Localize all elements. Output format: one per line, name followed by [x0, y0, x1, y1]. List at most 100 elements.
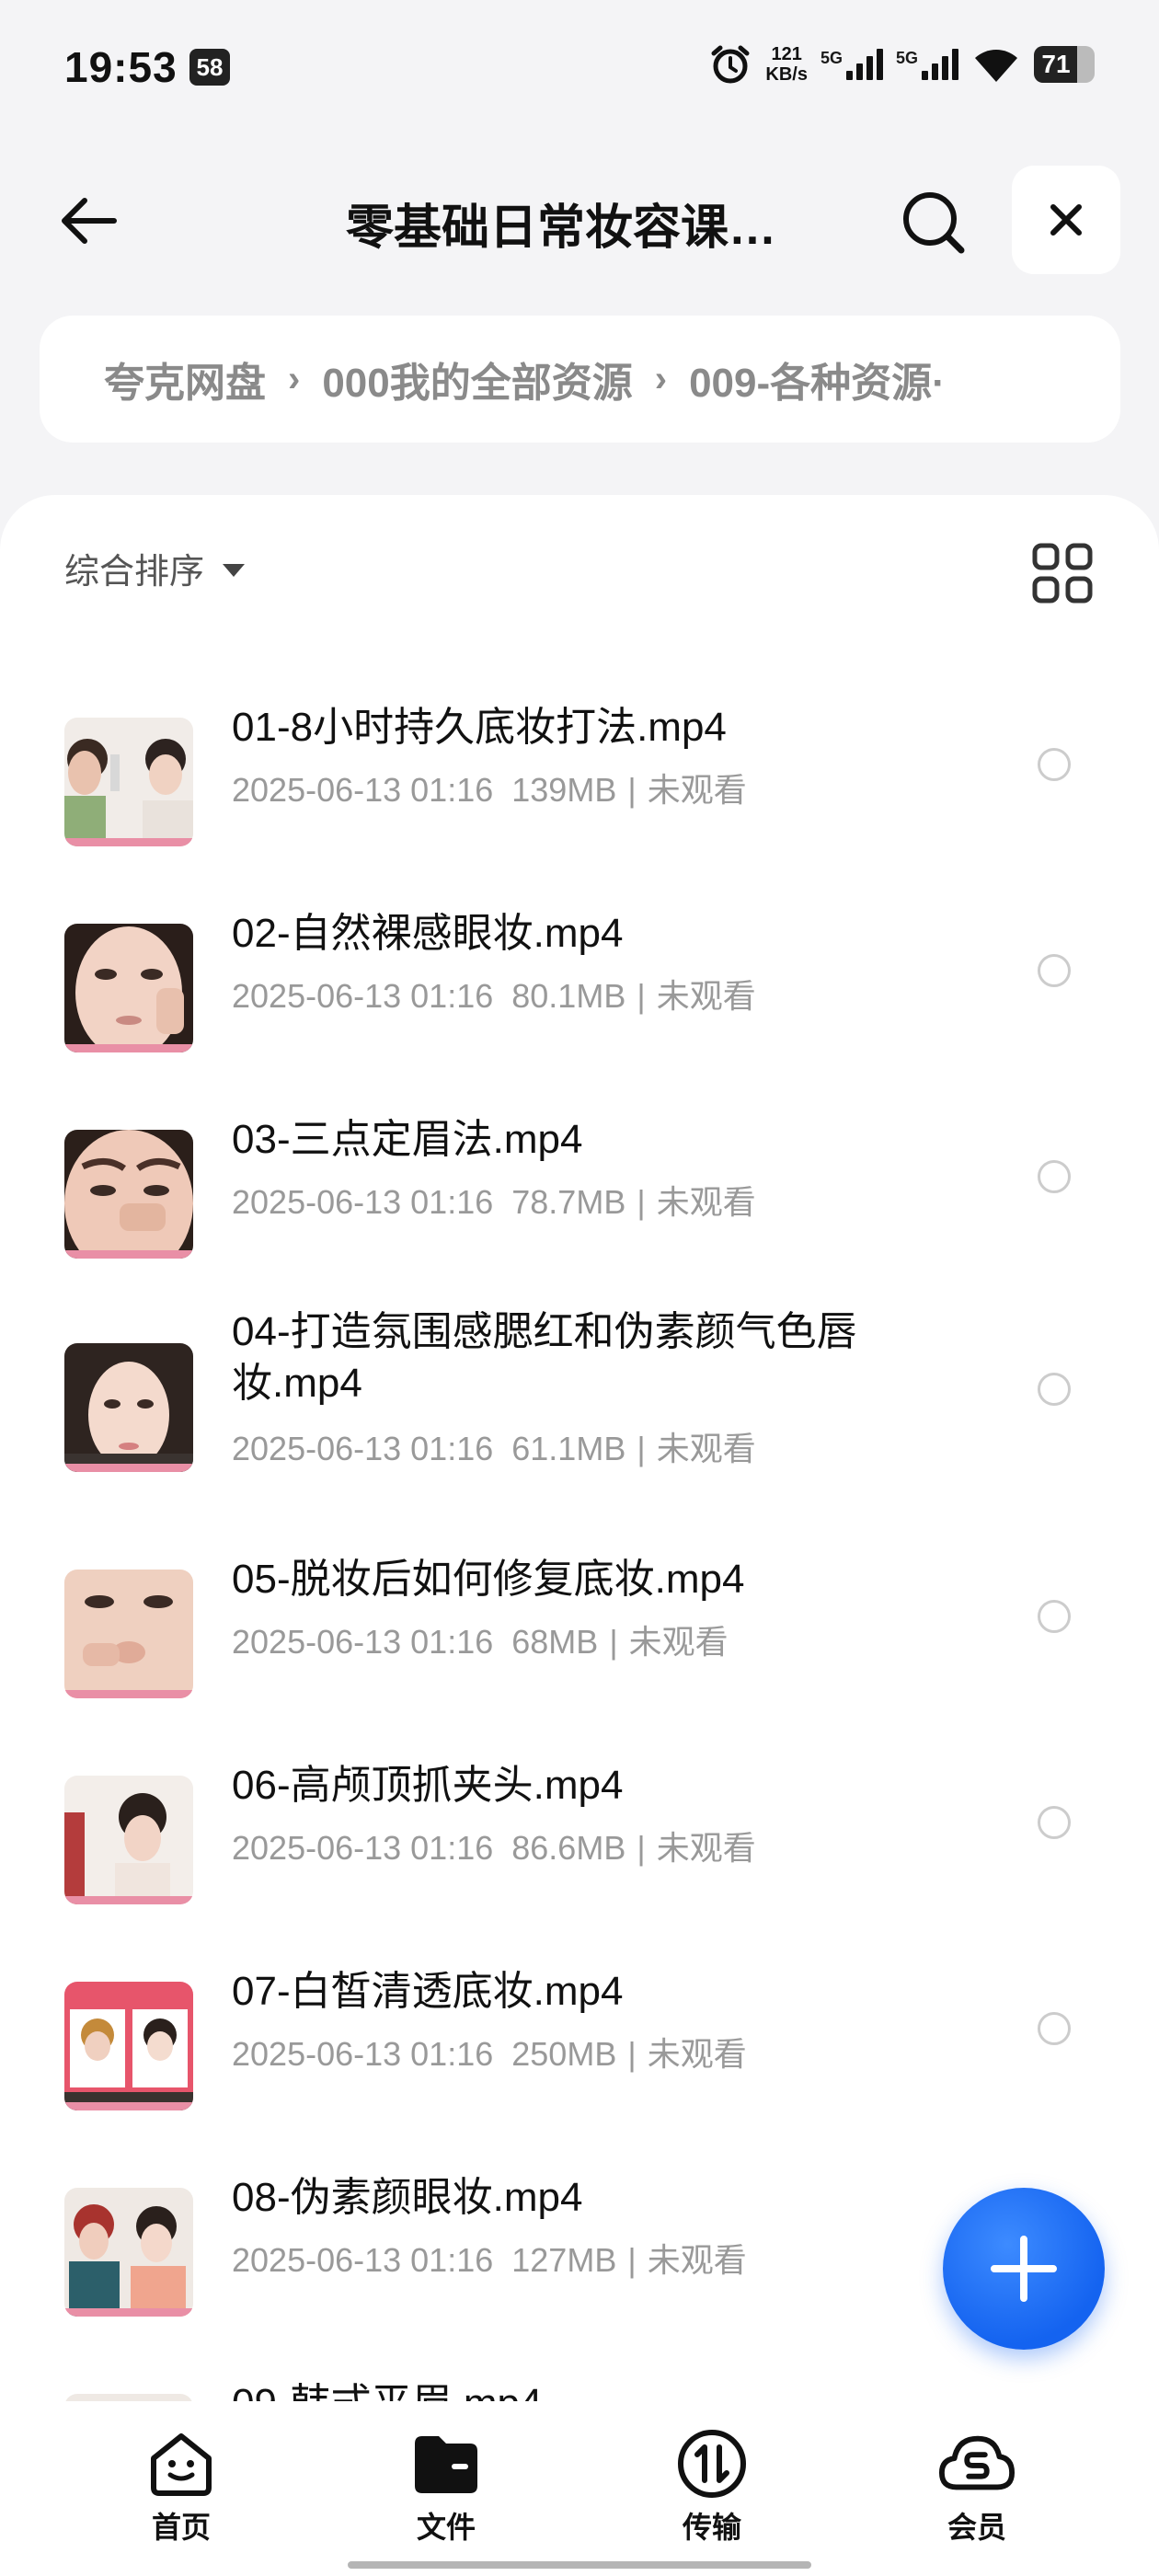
breadcrumb-fade — [1010, 316, 1120, 443]
alarm-icon — [711, 45, 750, 84]
meta-divider: | — [627, 2241, 637, 2279]
thumbnail-bar — [64, 2102, 193, 2110]
status-icons: 121 KB/s 5G 5G 71 — [708, 37, 1095, 92]
file-name: 08-伪素颜眼妆.mp4 — [232, 2175, 583, 2220]
select-radio[interactable] — [1038, 2012, 1071, 2045]
breadcrumb-separator: › — [288, 358, 301, 399]
thumbnail-bar — [64, 1464, 193, 1472]
net-speed: 121 KB/s — [765, 44, 808, 85]
thumbnail-bar — [64, 838, 193, 846]
file-size: 80.1MB — [511, 977, 626, 1015]
file-meta: 2025-06-13 01:16 78.7MB | 未观看 — [232, 1176, 756, 1224]
nav-transfer-label: 传输 — [682, 2511, 741, 2544]
header: 零基础日常妆容课… — [0, 161, 1159, 281]
wifi-icon — [975, 50, 1017, 82]
meta-divider: | — [609, 1623, 618, 1661]
file-name: 02-自然裸感眼妆.mp4 — [232, 911, 624, 956]
file-name: 07-白皙清透底妆.mp4 — [232, 1969, 624, 2014]
thumbnail-bar — [64, 1896, 193, 1904]
watch-status: 未观看 — [628, 1623, 729, 1661]
select-radio[interactable] — [1038, 1373, 1071, 1406]
file-name: 05-脱妆后如何修复底妆.mp4 — [232, 1557, 745, 1602]
plus-icon — [991, 2236, 1057, 2302]
file-name: 03-三点定眉法.mp4 — [232, 1117, 583, 1162]
add-button[interactable] — [943, 2188, 1105, 2350]
nav-files[interactable]: 文件 — [373, 2427, 520, 2547]
signal-2: 5G — [896, 49, 958, 80]
file-row[interactable]: 05-脱妆后如何修复底妆.mp4 2025-06-13 01:16 68MB | 未… — [0, 1522, 1159, 1706]
file-row[interactable]: 03-三点定眉法.mp4 2025-06-13 01:16 78.7MB | 未观看 — [0, 1082, 1159, 1266]
signal-2-label: 5G — [895, 49, 918, 67]
file-row[interactable]: 06-高颅顶抓夹头.mp4 2025-06-13 01:16 86.6MB | 未观… — [0, 1728, 1159, 1912]
watch-status: 未观看 — [647, 771, 747, 809]
thumbnail-bar — [64, 2308, 193, 2317]
thumbnail-image — [64, 924, 193, 1052]
file-size: 68MB — [511, 1623, 599, 1661]
video-thumbnail — [64, 924, 193, 1052]
file-size: 61.1MB — [511, 1430, 626, 1467]
close-button[interactable] — [1012, 166, 1120, 274]
breadcrumb-path: 夸克网盘 › 000我的全部资源 › 009-各种资源· — [104, 316, 946, 443]
signal-bars-icon — [845, 49, 883, 80]
file-name: 01-8小时持久底妆打法.mp4 — [232, 705, 727, 750]
back-button[interactable] — [46, 184, 129, 258]
meta-divider: | — [637, 1183, 646, 1221]
nav-vip-label: 会员 — [947, 2511, 1006, 2544]
bottom-nav: 首页 文件 传输 会员 — [0, 2401, 1159, 2576]
sort-label: 综合排序 — [64, 553, 205, 592]
watch-status: 未观看 — [647, 2241, 747, 2279]
breadcrumb-item-current[interactable]: 009-各种资源· — [689, 350, 946, 408]
thumbnail-image — [64, 1982, 193, 2110]
file-meta: 2025-06-13 01:16 139MB | 未观看 — [232, 764, 747, 811]
nav-vip[interactable]: 会员 — [903, 2427, 1050, 2547]
file-row[interactable]: 07-白皙清透底妆.mp4 2025-06-13 01:16 250MB | 未观看 — [0, 1934, 1159, 2118]
folder-icon — [415, 2436, 477, 2493]
search-button[interactable] — [892, 181, 975, 264]
file-row[interactable]: 09-韩式平眉.mp4 — [0, 2346, 1159, 2409]
battery-level: 71 — [1041, 50, 1071, 78]
thumbnail-bar — [64, 1250, 193, 1259]
file-meta: 2025-06-13 01:16 127MB | 未观看 — [232, 2234, 747, 2282]
file-date: 2025-06-13 01:16 — [232, 2035, 494, 2073]
nav-transfer[interactable]: 传输 — [638, 2427, 786, 2547]
nav-home[interactable]: 首页 — [108, 2427, 255, 2547]
thumbnail-bar — [64, 1044, 193, 1052]
home-smile-icon — [151, 2433, 212, 2496]
video-thumbnail — [64, 718, 193, 846]
breadcrumb-item-all-resources[interactable]: 000我的全部资源 — [322, 350, 632, 408]
file-panel: 综合排序 01-8小时持久底妆打法.mp4 2025-06-13 01:16 1… — [0, 495, 1159, 2409]
page-title: 零基础日常妆容课… — [345, 201, 776, 255]
file-date: 2025-06-13 01:16 — [232, 977, 494, 1015]
select-radio[interactable] — [1038, 1600, 1071, 1633]
grid-view-icon[interactable] — [1030, 541, 1095, 605]
breadcrumb-item-root[interactable]: 夸克网盘 — [104, 350, 266, 408]
file-row[interactable]: 04-打造氛围感腮红和伪素颜气色唇 妆.mp4 2025-06-13 01:16… — [0, 1288, 1159, 1501]
thumbnail-image — [64, 718, 193, 846]
video-thumbnail — [64, 1343, 193, 1472]
sort-dropdown[interactable]: 综合排序 — [64, 543, 246, 593]
file-name: 04-打造氛围感腮红和伪素颜气色唇 妆.mp4 — [232, 1306, 857, 1409]
file-name-line-2: 妆.mp4 — [232, 1361, 362, 1406]
file-date: 2025-06-13 01:16 — [232, 1183, 494, 1221]
thumbnail-image — [64, 1343, 193, 1472]
video-thumbnail — [64, 1982, 193, 2110]
search-icon — [903, 192, 965, 254]
file-row[interactable]: 02-自然裸感眼妆.mp4 2025-06-13 01:16 80.1MB | 未观… — [0, 876, 1159, 1060]
watch-status: 未观看 — [647, 2035, 747, 2073]
file-row[interactable]: 01-8小时持久底妆打法.mp4 2025-06-13 01:16 139MB |… — [0, 670, 1159, 854]
meta-divider: | — [627, 771, 637, 809]
file-meta: 2025-06-13 01:16 61.1MB | 未观看 — [232, 1422, 756, 1470]
select-radio[interactable] — [1038, 954, 1071, 987]
thumbnail-image — [64, 1570, 193, 1698]
thumbnail-image — [64, 1776, 193, 1904]
select-radio[interactable] — [1038, 748, 1071, 781]
video-thumbnail — [64, 1130, 193, 1259]
file-size: 127MB — [511, 2241, 617, 2279]
file-date: 2025-06-13 01:16 — [232, 1623, 494, 1661]
net-speed-unit: KB/s — [765, 64, 808, 85]
select-radio[interactable] — [1038, 1160, 1071, 1193]
thumbnail-bar — [64, 1690, 193, 1698]
meta-divider: | — [627, 2035, 637, 2073]
cloud-vip-icon — [938, 2435, 1016, 2490]
select-radio[interactable] — [1038, 1806, 1071, 1839]
